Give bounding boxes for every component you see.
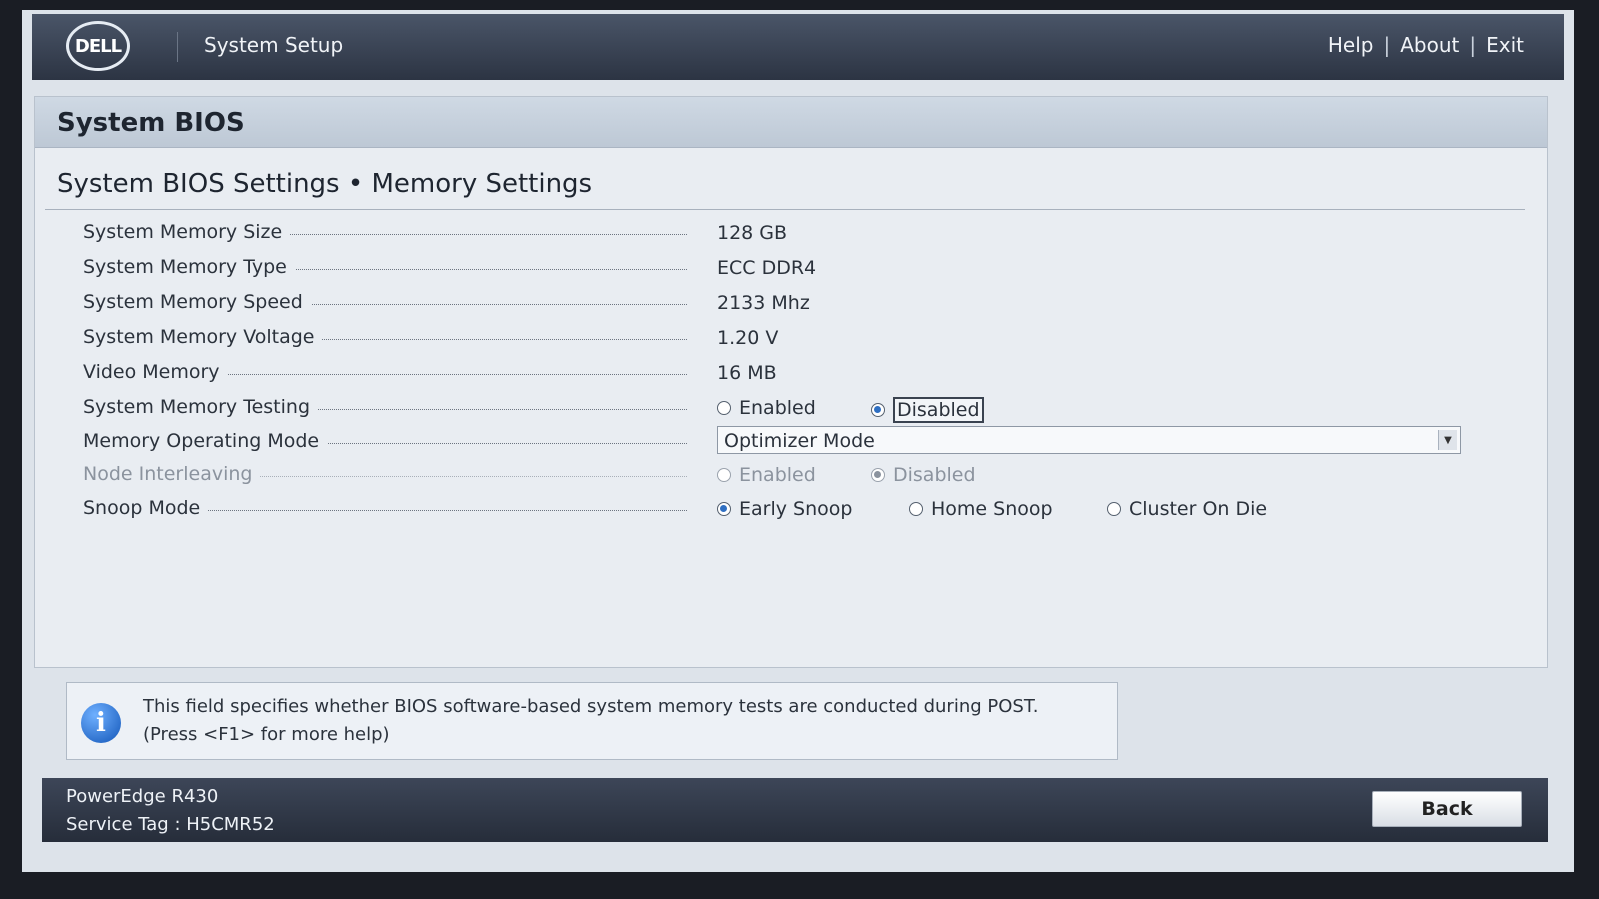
radio-label: Disabled [893, 464, 976, 486]
settings-panel: System BIOS System BIOS Settings • Memor… [34, 96, 1548, 668]
radio-circle [717, 468, 731, 482]
snoop-early-radio[interactable]: Early Snoop [717, 498, 852, 520]
operating-mode-select[interactable]: Optimizer Mode ▼ [717, 426, 1461, 454]
header-separator [177, 32, 178, 62]
memory-testing-enabled-radio[interactable]: Enabled [717, 397, 816, 419]
radio-label: Cluster On Die [1129, 498, 1268, 520]
exit-link[interactable]: Exit [1486, 33, 1524, 57]
row-label: System Memory Testing [83, 396, 318, 418]
row-value: ECC DDR4 [717, 257, 817, 279]
radio-circle [1107, 502, 1121, 516]
memory-testing-disabled-radio[interactable]: Disabled [871, 397, 984, 423]
radio-circle [909, 502, 923, 516]
radio-circle [871, 403, 885, 417]
link-separator: | [1469, 33, 1477, 57]
screen: DELL System Setup Help | About | Exit Sy… [22, 10, 1574, 872]
row-value: 128 GB [717, 222, 788, 244]
radio-label: Home Snoop [931, 498, 1053, 520]
bottom-bar: PowerEdge R430 Service Tag : H5CMR52 Bac… [42, 778, 1548, 842]
info-icon: i [81, 703, 121, 743]
radio-label: Early Snoop [739, 498, 853, 520]
row-operating-mode: Memory Operating Mode Optimizer Mode ▼ [83, 426, 1523, 460]
section-divider [45, 209, 1525, 210]
radio-circle [871, 468, 885, 482]
radio-label: Enabled [739, 464, 816, 486]
row-snoop-mode: Snoop Mode Early Snoop Home Snoop Cluste… [83, 497, 1523, 527]
radio-label: Disabled [893, 397, 984, 423]
help-info-box: i This field specifies whether BIOS soft… [66, 682, 1118, 760]
link-separator: | [1383, 33, 1391, 57]
radio-circle [717, 502, 731, 516]
panel-title: System BIOS [57, 108, 245, 138]
row-label: System Memory Speed [83, 291, 311, 313]
snoop-cluster-on-die-radio[interactable]: Cluster On Die [1107, 498, 1267, 520]
about-link[interactable]: About [1400, 33, 1459, 57]
row-memory-voltage: System Memory Voltage 1.20 V [83, 326, 1523, 356]
row-memory-speed: System Memory Speed 2133 Mhz [83, 291, 1523, 321]
row-value: 16 MB [717, 362, 777, 384]
row-label: System Memory Size [83, 221, 291, 243]
section-title: System BIOS Settings • Memory Settings [57, 169, 593, 199]
service-tag: Service Tag : H5CMR52 [66, 814, 275, 835]
back-button[interactable]: Back [1372, 791, 1522, 827]
top-links: Help | About | Exit [1328, 33, 1524, 57]
row-label: Snoop Mode [83, 497, 209, 519]
node-interleaving-disabled-radio: Disabled [871, 464, 976, 486]
radio-circle [717, 401, 731, 415]
row-value: 1.20 V [717, 327, 779, 349]
row-label: Node Interleaving [83, 463, 261, 485]
dell-logo: DELL [66, 21, 130, 71]
select-value: Optimizer Mode [724, 430, 875, 452]
help-text: This field specifies whether BIOS softwa… [143, 693, 1038, 749]
chevron-down-icon[interactable]: ▼ [1438, 430, 1457, 450]
help-text-line: (Press <F1> for more help) [143, 724, 390, 745]
snoop-home-radio[interactable]: Home Snoop [909, 498, 1053, 520]
panel-header: System BIOS [35, 97, 1547, 148]
row-label: Video Memory [83, 361, 228, 383]
help-text-line: This field specifies whether BIOS softwa… [143, 696, 1039, 717]
node-interleaving-enabled-radio: Enabled [717, 464, 816, 486]
radio-label: Enabled [739, 397, 816, 419]
top-bar: DELL System Setup Help | About | Exit [32, 14, 1564, 80]
row-label: System Memory Type [83, 256, 295, 278]
app-title: System Setup [204, 33, 344, 57]
system-model: PowerEdge R430 [66, 786, 219, 807]
row-value: 2133 Mhz [717, 292, 810, 314]
row-memory-size: System Memory Size 128 GB [83, 221, 1523, 251]
row-node-interleaving: Node Interleaving Enabled Disabled [83, 463, 1523, 493]
row-memory-type: System Memory Type ECC DDR4 [83, 256, 1523, 286]
row-label: System Memory Voltage [83, 326, 323, 348]
row-memory-testing: System Memory Testing Enabled Disabled [83, 396, 1523, 426]
row-video-memory: Video Memory 16 MB [83, 361, 1523, 391]
help-link[interactable]: Help [1328, 33, 1374, 57]
row-label: Memory Operating Mode [83, 430, 328, 452]
